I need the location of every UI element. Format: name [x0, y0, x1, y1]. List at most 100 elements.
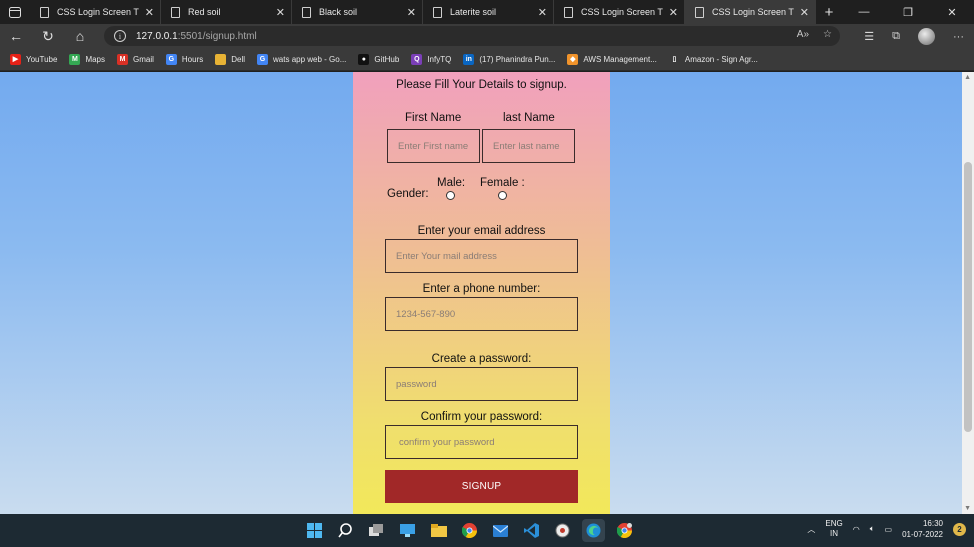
tab-actions-icon [9, 6, 21, 18]
notification-badge[interactable]: 2 [953, 522, 966, 536]
first-name-label: First Name [405, 112, 462, 124]
wifi-icon[interactable]: ◠ [853, 525, 860, 534]
browser-tab-1[interactable]: CSS Login Screen Tuto ✕ [30, 0, 161, 24]
password-input[interactable] [385, 367, 578, 401]
tab-title: Black soil [319, 7, 358, 17]
windows-taskbar: ︿ ENG IN ◠ 🔈︎ ▭ 16:30 01-07-2022 2 [0, 514, 974, 547]
profile-avatar[interactable] [918, 28, 935, 45]
favorites-icon[interactable]: ☰ [864, 30, 874, 43]
collections-icon[interactable]: ⧉ [892, 30, 900, 43]
browser-tab-2[interactable]: Red soil ✕ [161, 0, 292, 24]
bookmark-item[interactable]: M Gmail [117, 53, 154, 65]
clock-time: 16:30 [922, 519, 943, 528]
favorite-star-icon[interactable]: ☆ [823, 29, 832, 40]
bookmark-item[interactable]: M Maps [69, 53, 105, 65]
task-view-icon[interactable] [365, 519, 388, 542]
female-radio[interactable] [498, 191, 507, 200]
phone-input[interactable] [385, 297, 578, 331]
confirm-password-label: Confirm your password: [420, 411, 543, 423]
confirm-password-input[interactable] [385, 425, 578, 459]
bookmark-label: (17) Phanindra Pun... [479, 54, 556, 64]
last-name-label: last Name [503, 112, 555, 124]
email-input[interactable] [385, 239, 578, 273]
close-tab-icon[interactable]: ✕ [276, 6, 285, 19]
bookmark-item[interactable]: Dell [215, 53, 246, 65]
male-label: Male: [437, 177, 466, 189]
site-info-icon[interactable]: i [114, 30, 126, 42]
clock[interactable]: 16:30 01-07-2022 [902, 518, 943, 540]
language-code: ENG [825, 519, 843, 528]
close-window-icon[interactable]: ✕ [930, 0, 974, 24]
bookmark-item[interactable]: ▶ YouTube [10, 53, 57, 65]
bookmark-item[interactable]: in (17) Phanindra Pun... [463, 53, 556, 65]
edge-icon[interactable] [582, 519, 605, 542]
close-tab-icon[interactable]: ✕ [800, 6, 809, 19]
male-radio[interactable] [446, 191, 455, 200]
windows-logo-icon [307, 523, 322, 538]
linkedin-icon: in [463, 53, 475, 65]
bookmark-label: InfyTQ [427, 54, 452, 64]
first-name-input[interactable] [387, 129, 480, 163]
read-aloud-icon[interactable]: A» [797, 29, 809, 40]
url-bar[interactable]: i 127.0.0.1:5501/signup.html A» ☆ [104, 26, 840, 46]
chrome-icon[interactable] [458, 519, 481, 542]
volume-icon[interactable]: 🔈︎ [870, 524, 875, 534]
close-tab-icon[interactable]: ✕ [407, 6, 416, 19]
app-circle-icon[interactable] [551, 519, 574, 542]
chrome-profile-icon[interactable] [613, 519, 636, 542]
bookmark-label: Hours [181, 54, 204, 64]
infytq-icon: Q [411, 53, 423, 65]
clock-date: 01-07-2022 [902, 530, 943, 539]
password-label: Create a password: [431, 353, 532, 365]
bookmark-item[interactable]: ● GitHub [358, 53, 399, 65]
scroll-down-icon[interactable]: ▼ [964, 505, 971, 512]
new-tab-button[interactable]: + [816, 0, 842, 24]
tab-actions-button[interactable] [0, 0, 30, 24]
start-button[interactable] [303, 519, 326, 542]
back-button[interactable]: ← [0, 28, 32, 44]
page-icon [695, 6, 704, 18]
maps-icon: M [69, 53, 81, 65]
bookmark-item[interactable]: G Hours [165, 53, 204, 65]
restore-icon[interactable]: ❐ [886, 0, 930, 24]
browser-tab-3[interactable]: Black soil ✕ [292, 0, 423, 24]
file-explorer-icon[interactable] [427, 519, 450, 542]
system-tray: ︿ ENG IN ◠ 🔈︎ ▭ 16:30 01-07-2022 2 [807, 518, 966, 540]
browser-tab-5[interactable]: CSS Login Screen Tuto ✕ [554, 0, 685, 24]
bookmark-label: Dell [231, 54, 246, 64]
window-controls: — ❐ ✕ [842, 0, 974, 24]
close-tab-icon[interactable]: ✕ [145, 6, 154, 19]
scrollbar[interactable]: ▲ ▼ [962, 72, 974, 514]
google-icon: G [257, 53, 269, 65]
bookmark-item[interactable]: Gwats app web - Go... [257, 53, 346, 65]
last-name-input[interactable] [482, 129, 575, 163]
search-icon[interactable] [334, 519, 357, 542]
browser-tab-6-active[interactable]: CSS Login Screen Tuto ✕ [685, 0, 816, 24]
page-icon [171, 6, 180, 18]
close-tab-icon[interactable]: ✕ [669, 6, 678, 19]
show-hidden-icons-icon[interactable]: ︿ [807, 524, 815, 535]
mail-icon[interactable] [489, 519, 512, 542]
page-icon [564, 6, 573, 18]
desktop-app-icon[interactable] [396, 519, 419, 542]
refresh-button[interactable]: ↻ [32, 28, 64, 45]
tab-title: Laterite soil [450, 7, 497, 17]
vscode-icon[interactable] [520, 519, 543, 542]
minimize-icon[interactable]: — [842, 0, 886, 24]
signup-button[interactable]: SIGNUP [385, 470, 578, 503]
browser-tab-strip: CSS Login Screen Tuto ✕ Red soil ✕ Black s… [0, 0, 974, 24]
page-viewport: Please Fill Your Details to signup. Firs… [0, 72, 974, 514]
gender-label: Gender: [387, 188, 429, 200]
language-indicator[interactable]: ENG IN [825, 519, 842, 539]
bookmark-item[interactable]: Q InfyTQ [411, 53, 452, 65]
page-icon: ▯ [668, 53, 680, 65]
home-button[interactable]: ⌂ [64, 28, 96, 44]
battery-icon[interactable]: ▭ [885, 525, 893, 534]
close-tab-icon[interactable]: ✕ [538, 6, 547, 19]
browser-tab-4[interactable]: Laterite soil ✕ [423, 0, 554, 24]
bookmark-item[interactable]: ▯ Amazon - Sign Agr... [668, 53, 758, 65]
more-menu-icon[interactable]: ··· [953, 31, 964, 43]
scroll-up-icon[interactable]: ▲ [964, 74, 971, 81]
bookmark-item[interactable]: ◆ AWS Management... [567, 53, 657, 65]
scrollbar-thumb[interactable] [964, 162, 972, 432]
